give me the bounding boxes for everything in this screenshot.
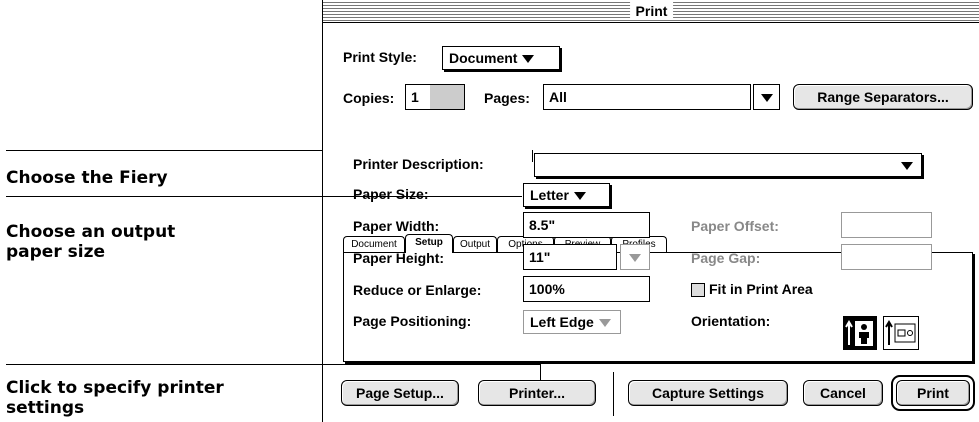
callout-printer-settings-line1: Click to specify printer (6, 378, 224, 398)
fit-print-area-checkbox[interactable] (691, 283, 705, 297)
chevron-down-icon (573, 192, 586, 201)
cancel-button[interactable]: Cancel (803, 380, 883, 406)
printer-description-popup[interactable] (534, 153, 922, 177)
button-divider (613, 372, 614, 416)
copies-input[interactable]: 1 (405, 84, 465, 110)
reduce-enlarge-label: Reduce or Enlarge: (353, 282, 482, 298)
copies-label: Copies: (343, 90, 395, 106)
callout-choose-fiery: Choose the Fiery (6, 168, 168, 188)
leader-line-paper-size (6, 196, 522, 197)
printer-description-label: Printer Description: (353, 156, 484, 172)
fit-print-area-label: Fit in Print Area (709, 281, 813, 297)
tab-output[interactable]: Output (453, 236, 497, 253)
paper-width-label: Paper Width: (353, 218, 440, 234)
callout-printer-settings-line2: settings (6, 398, 85, 418)
print-style-value: Document (449, 50, 518, 66)
print-style-popup[interactable]: Document (442, 46, 560, 70)
landscape-orientation-icon[interactable] (883, 316, 919, 350)
print-style-label: Print Style: (343, 49, 417, 65)
page-gap-input[interactable] (841, 244, 932, 270)
pages-dropdown-button[interactable] (753, 84, 780, 110)
range-separators-button[interactable]: Range Separators... (793, 84, 973, 110)
pages-label: Pages: (484, 90, 530, 106)
callout-paper-size-line1: Choose an output (6, 222, 176, 242)
page-positioning-value: Left Edge (530, 314, 594, 330)
page-gap-label: Page Gap: (691, 250, 761, 266)
tab-setup[interactable]: Setup (405, 234, 453, 253)
paper-size-value: Letter (530, 187, 569, 203)
pages-input[interactable]: All (543, 84, 751, 110)
leader-tick-printer (540, 364, 541, 380)
window-title: Print (629, 2, 674, 20)
chevron-down-icon (760, 94, 773, 103)
paper-width-input[interactable]: 8.5" (523, 212, 650, 238)
paper-height-input[interactable]: 11" (523, 244, 617, 270)
callout-paper-size-line2: paper size (6, 242, 106, 262)
portrait-orientation-icon[interactable] (843, 316, 877, 350)
chevron-down-icon (629, 254, 641, 263)
capture-settings-button[interactable]: Capture Settings (628, 380, 788, 406)
chevron-down-icon (598, 319, 611, 328)
reduce-enlarge-input[interactable]: 100% (523, 276, 650, 302)
chevron-down-icon (901, 162, 913, 170)
orientation-label: Orientation: (691, 313, 771, 329)
title-bar[interactable]: Print (323, 0, 979, 23)
page-positioning-label: Page Positioning: (353, 313, 472, 329)
paper-offset-input[interactable] (841, 212, 932, 238)
printer-button[interactable]: Printer... (478, 380, 596, 406)
chevron-down-icon (522, 55, 535, 64)
paper-size-popup[interactable]: Letter (523, 183, 610, 207)
paper-size-label: Paper Size: (353, 186, 429, 202)
leader-line-printer (6, 364, 540, 365)
page-positioning-popup[interactable]: Left Edge (523, 310, 621, 334)
print-dialog: Print Print Style: Document Copies: 1 Pa… (322, 0, 979, 422)
print-button[interactable]: Print (896, 380, 970, 406)
paper-offset-label: Paper Offset: (691, 218, 779, 234)
leader-tick-fiery (532, 150, 533, 162)
page-setup-button[interactable]: Page Setup... (341, 380, 459, 406)
paper-height-dropdown[interactable] (620, 244, 650, 270)
